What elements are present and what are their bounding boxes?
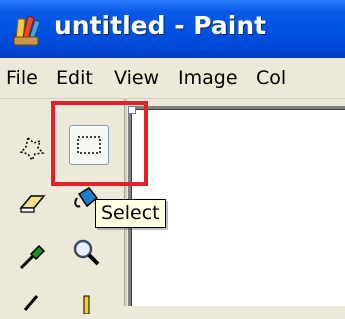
menu-image[interactable]: Image [178, 67, 238, 89]
brush-icon [83, 295, 90, 314]
menu-bar: File Edit View Image Col [0, 58, 345, 99]
eraser-tool[interactable] [12, 182, 52, 222]
tooltip: Select [95, 199, 166, 228]
pick-color-tool[interactable] [12, 237, 52, 277]
paint-app-icon [13, 15, 41, 46]
brush-tool[interactable] [66, 279, 106, 319]
window-title: untitled - Paint [54, 11, 267, 40]
menu-edit[interactable]: Edit [56, 67, 93, 89]
highlight-box [51, 101, 148, 186]
pencil-tool[interactable] [12, 279, 52, 319]
eraser-icon [19, 195, 46, 213]
free-form-select-icon [19, 136, 45, 162]
menu-colors[interactable]: Col [256, 67, 286, 89]
free-form-select-tool[interactable] [12, 129, 52, 169]
magnifier-tool[interactable] [66, 233, 106, 273]
magnifier-icon [73, 239, 100, 266]
eyedropper-icon [19, 244, 46, 270]
pencil-icon [23, 295, 39, 311]
menu-view[interactable]: View [114, 67, 159, 89]
menu-file[interactable]: File [6, 67, 38, 89]
title-bar[interactable]: untitled - Paint [0, 0, 345, 58]
